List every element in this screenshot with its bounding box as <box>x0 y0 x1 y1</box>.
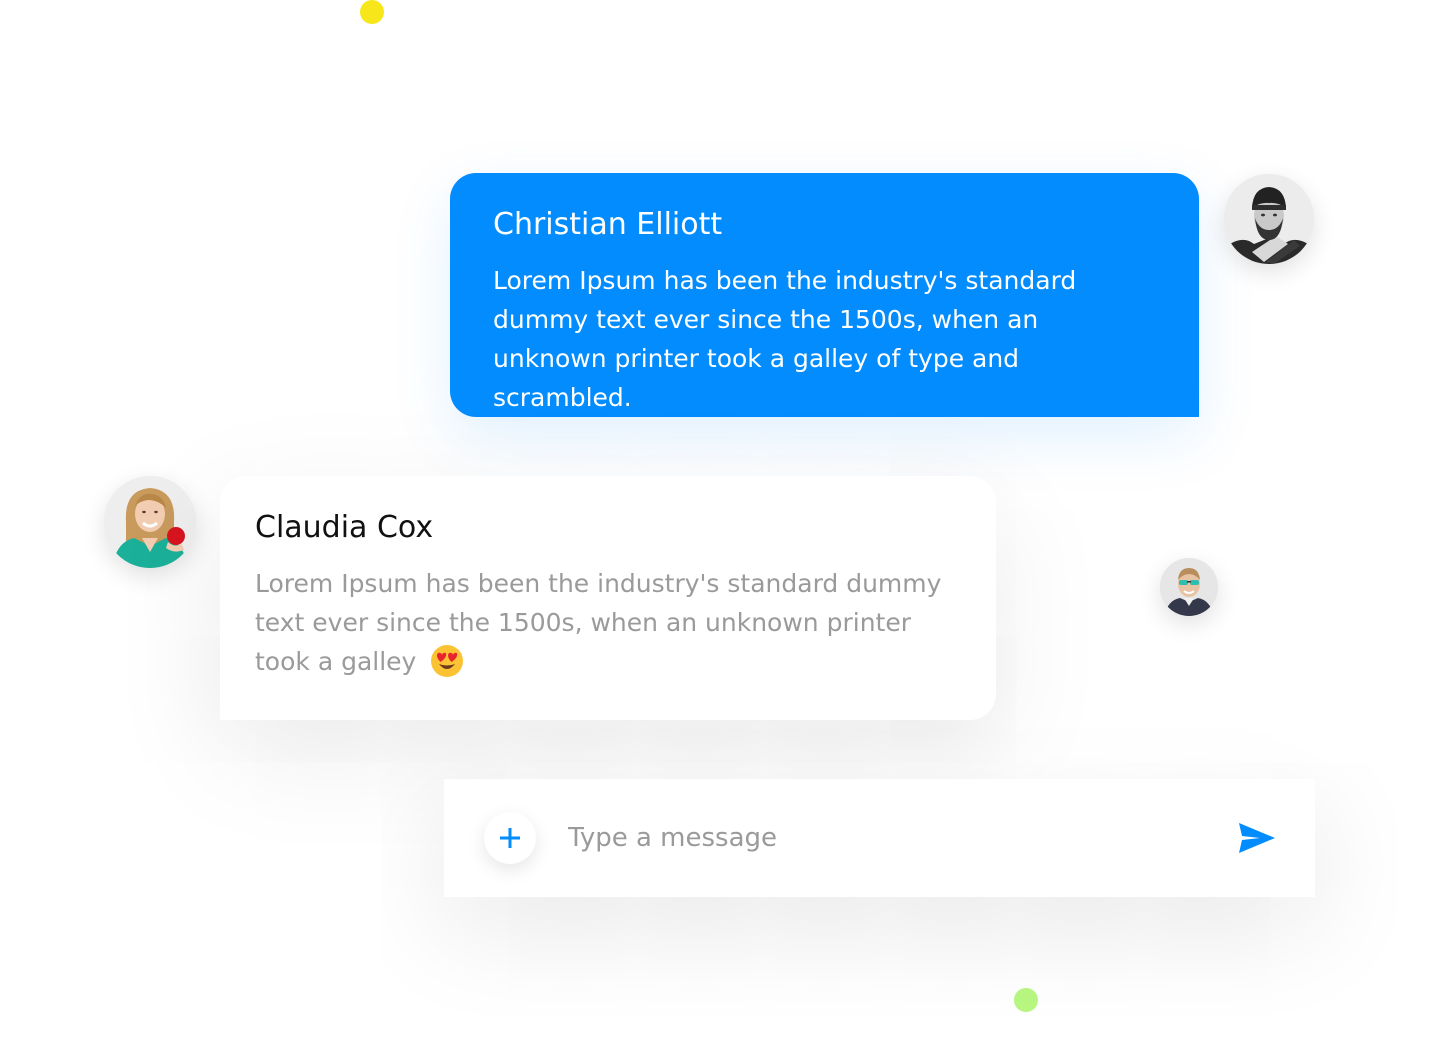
avatar-claudia-image <box>104 476 196 568</box>
avatar-contact-image <box>1160 558 1218 616</box>
send-button[interactable] <box>1236 819 1278 857</box>
sender-name: Christian Elliott <box>493 207 723 242</box>
message-text-content: Lorem Ipsum has been the industry's stan… <box>255 569 942 676</box>
message-text: Lorem Ipsum has been the industry's stan… <box>255 564 956 681</box>
decor-dot-green <box>1014 988 1038 1012</box>
avatar-christian-image <box>1224 174 1314 264</box>
message-bubble-claudia: Claudia Cox Lorem Ipsum has been the ind… <box>220 476 996 720</box>
message-bubble-christian: Christian Elliott Lorem Ipsum has been t… <box>450 173 1199 417</box>
avatar-christian[interactable] <box>1224 174 1314 264</box>
sender-name: Claudia Cox <box>255 510 434 545</box>
message-text: Lorem Ipsum has been the industry's stan… <box>493 266 1077 412</box>
add-attachment-button[interactable] <box>484 812 536 864</box>
avatar-claudia[interactable] <box>104 476 196 568</box>
message-composer <box>444 779 1315 897</box>
decor-dot-yellow <box>360 0 384 24</box>
send-icon <box>1239 823 1275 853</box>
message-input[interactable] <box>568 817 1188 859</box>
heart-eyes-emoji-icon <box>430 644 464 678</box>
avatar-contact[interactable] <box>1160 558 1218 616</box>
plus-icon <box>500 828 520 848</box>
